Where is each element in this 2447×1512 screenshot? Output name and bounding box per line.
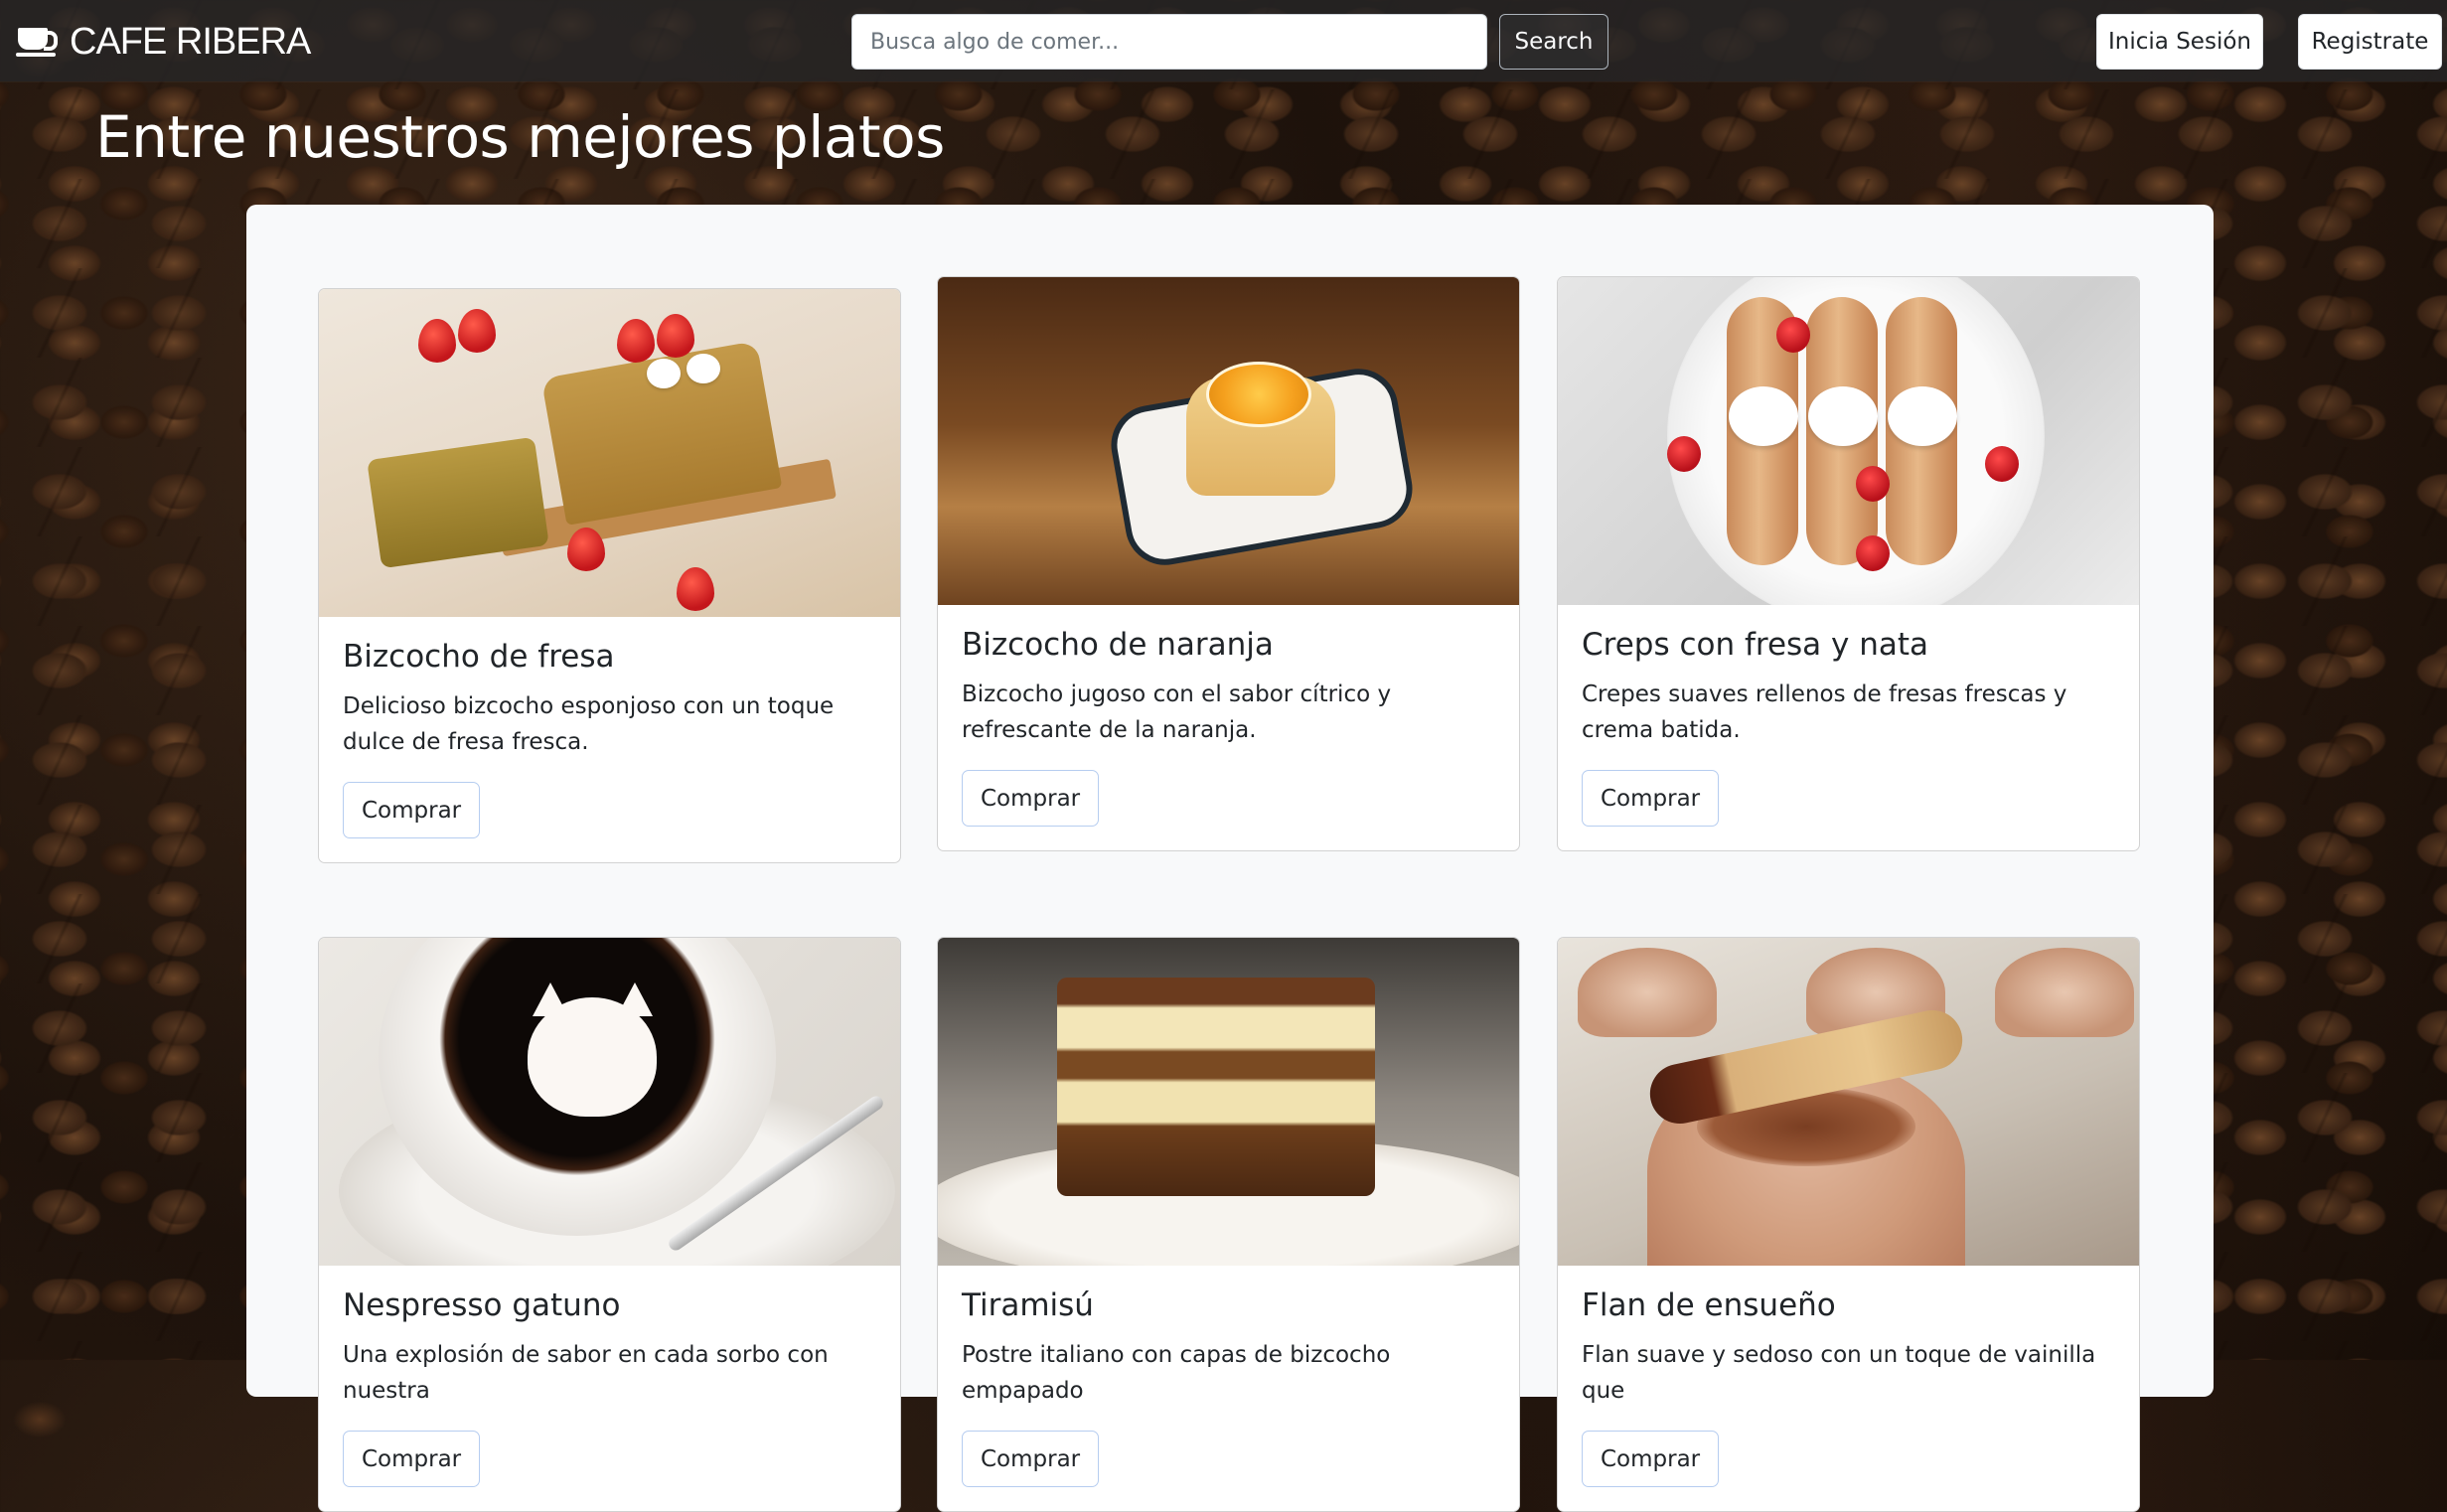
navbar: CAFE RIBERA Search Inicia Sesión Registr… <box>0 0 2447 81</box>
buy-button[interactable]: Comprar <box>1582 770 1720 827</box>
product-image <box>938 938 1519 1266</box>
product-card: Tiramisú Postre italiano con capas de bi… <box>937 937 1520 1512</box>
search-button[interactable]: Search <box>1499 14 1608 70</box>
product-card: Bizcocho de naranja Bizcocho jugoso con … <box>937 276 1520 851</box>
product-description: Una explosión de sabor en cada sorbo con… <box>343 1342 829 1404</box>
product-description: Crepes suaves rellenos de fresas frescas… <box>1582 681 2067 743</box>
products-panel: Bizcocho de fresa Delicioso bizcocho esp… <box>246 205 2214 1512</box>
login-button[interactable]: Inicia Sesión <box>2096 14 2263 70</box>
brand-name: CAFE RIBERA <box>70 20 311 63</box>
product-title: Creps con fresa y nata <box>1582 627 1929 663</box>
product-description: Bizcocho jugoso con el sabor cítrico y r… <box>962 681 1392 743</box>
product-image <box>319 289 900 617</box>
coffee-cup-icon <box>16 24 60 60</box>
search-input[interactable] <box>851 14 1487 70</box>
product-title: Nespresso gatuno <box>343 1287 621 1323</box>
product-card: Flan de ensueño Flan suave y sedoso con … <box>1557 937 2140 1512</box>
register-button[interactable]: Registrate <box>2298 14 2442 70</box>
product-description: Postre italiano con capas de bizcocho em… <box>962 1342 1391 1404</box>
brand-logo[interactable]: CAFE RIBERA <box>16 20 311 64</box>
buy-button[interactable]: Comprar <box>962 1431 1100 1487</box>
product-image <box>1558 938 2139 1266</box>
product-title: Flan de ensueño <box>1582 1287 1836 1323</box>
product-description: Delicioso bizcocho esponjoso con un toqu… <box>343 693 835 755</box>
product-image <box>1558 277 2139 605</box>
buy-button[interactable]: Comprar <box>1582 1431 1720 1487</box>
buy-button[interactable]: Comprar <box>343 782 481 838</box>
product-title: Bizcocho de fresa <box>343 639 615 675</box>
product-image <box>938 277 1519 605</box>
product-description: Flan suave y sedoso con un toque de vain… <box>1582 1342 2096 1404</box>
page-title: Entre nuestros mejores platos <box>95 103 945 171</box>
buy-button[interactable]: Comprar <box>962 770 1100 827</box>
product-title: Tiramisú <box>962 1287 1094 1323</box>
product-title: Bizcocho de naranja <box>962 627 1274 663</box>
buy-button[interactable]: Comprar <box>343 1431 481 1487</box>
product-card: Nespresso gatuno Una explosión de sabor … <box>318 937 901 1512</box>
product-card: Bizcocho de fresa Delicioso bizcocho esp… <box>318 288 901 863</box>
product-card: Creps con fresa y nata Crepes suaves rel… <box>1557 276 2140 851</box>
product-image <box>319 938 900 1266</box>
